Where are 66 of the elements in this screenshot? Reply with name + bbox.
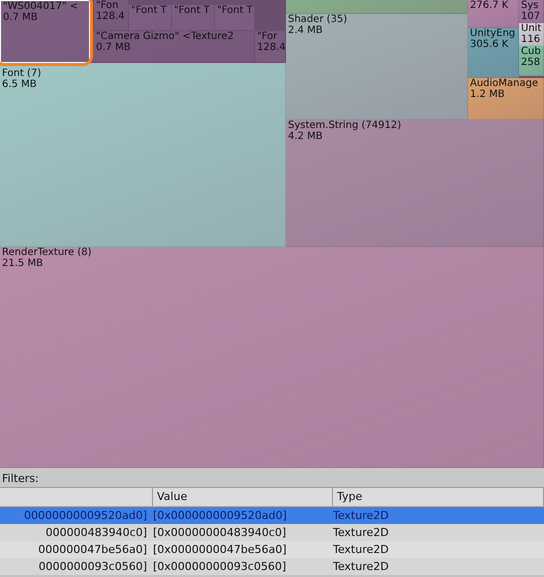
table-cell-text: [0x0000000047be56a0] <box>153 542 288 558</box>
tile-size: 1.2 MB <box>470 89 506 100</box>
table-cell-text: 00000000009520ad0] <box>23 508 148 524</box>
tile-size: 0.7 MB <box>96 42 132 53</box>
table-cell-text: 000000483940c0] <box>44 525 148 541</box>
tile-label: "Fon <box>96 0 120 11</box>
tile-size: 305.6 K <box>470 39 510 50</box>
tile-size: 116 <box>521 34 542 45</box>
tile-size: 2.4 MB <box>288 25 324 36</box>
table-cell-text: 0000000093c0560] <box>38 559 148 575</box>
tile-size: 128.4 <box>257 42 284 53</box>
treemap-tile[interactable]: "Fon 128.4 <box>94 0 129 31</box>
treemap-tile[interactable]: "For 128.4 <box>255 31 286 63</box>
treemap-tile[interactable]: AudioManage 1.2 MB <box>468 78 544 120</box>
treemap-tile[interactable]: "Font T <box>172 5 215 31</box>
column-header[interactable]: Type <box>333 488 544 506</box>
tile-label: "Font T <box>131 5 168 16</box>
tile-label: "Camera Gizmo" <Texture2 <box>96 31 235 42</box>
treemap-tile[interactable]: Unit 116 <box>519 23 544 46</box>
table-cell-text: [0x00000000093c0560] <box>153 559 288 575</box>
tile-label: "For <box>257 31 278 42</box>
tile-size: 21.5 MB <box>2 258 44 269</box>
tile-label: Unit <box>521 23 542 34</box>
table-cell-text: 000000047be56a0] <box>37 542 148 558</box>
treemap-tile[interactable]: Sys 107 <box>519 0 544 23</box>
tile-size: 107 <box>521 11 542 22</box>
tile-label: "Font T <box>217 5 253 16</box>
treemap-tile[interactable]: RenderTexture (8) 21.5 MB <box>0 247 544 468</box>
table-cell-text: Texture2D <box>333 508 390 524</box>
tile-size: 0.7 MB <box>3 12 39 23</box>
treemap-tile[interactable]: UnityEng 305.6 K <box>468 28 519 78</box>
table-cell-text: Texture2D <box>333 559 390 575</box>
tile-label: UnityEng <box>470 28 516 39</box>
tile-label: Font (7) <box>2 68 42 79</box>
tile-label: Sys <box>521 0 540 11</box>
treemap-tile[interactable]: "WS004017" < 0.7 MB <box>0 0 90 63</box>
tile-size: 4.2 MB <box>288 131 324 142</box>
treemap-tile[interactable]: "Font T <box>129 5 172 31</box>
table-row[interactable]: 000000483940c0] [0x00000000483940c0] Texture2D <box>0 524 544 541</box>
tile-label: Cub <box>521 46 542 57</box>
tile-size: 276.7 K <box>470 0 510 11</box>
tile-label: "WS004017" < <box>3 1 80 12</box>
table-cell-text: [0x0000000009520ad0] <box>153 508 288 524</box>
tile-label: "Font T <box>174 5 211 16</box>
treemap-tile[interactable] <box>286 0 468 14</box>
treemap-tile[interactable]: "Font T <box>215 5 255 31</box>
table-row[interactable]: 000000047be56a0] [0x0000000047be56a0] Texture2D <box>0 541 544 558</box>
treemap-tile[interactable]: Cub 258 <box>519 46 544 76</box>
table-cell-text: Texture2D <box>333 525 390 541</box>
table-row[interactable]: 0000000093c0560] [0x00000000093c0560] Texture2D <box>0 558 544 575</box>
tile-label: RenderTexture (8) <box>2 247 93 258</box>
column-header[interactable]: Value <box>153 488 333 506</box>
filters-label: Filters: <box>2 470 39 486</box>
tile-size: 6.5 MB <box>2 79 38 90</box>
treemap-tile[interactable]: Font (7) 6.5 MB <box>0 63 286 247</box>
treemap-tile[interactable]: Shader (35) 2.4 MB <box>286 14 468 120</box>
tile-label: System.String (74912) <box>288 120 402 131</box>
treemap-tile[interactable]: 276.7 K <box>468 0 519 28</box>
table-cell-text: Texture2D <box>333 542 390 558</box>
table-row[interactable]: 00000000009520ad0] [0x0000000009520ad0] Texture2D <box>0 507 544 524</box>
tile-label: Shader (35) <box>288 14 348 25</box>
treemap-tile[interactable]: System.String (74912) 4.2 MB <box>286 120 544 247</box>
tile-size: 128.4 <box>96 11 126 22</box>
tile-label: AudioManage <box>470 78 540 89</box>
tile-size: 258 <box>521 57 542 68</box>
table-cell-text: [0x00000000483940c0] <box>153 525 288 541</box>
